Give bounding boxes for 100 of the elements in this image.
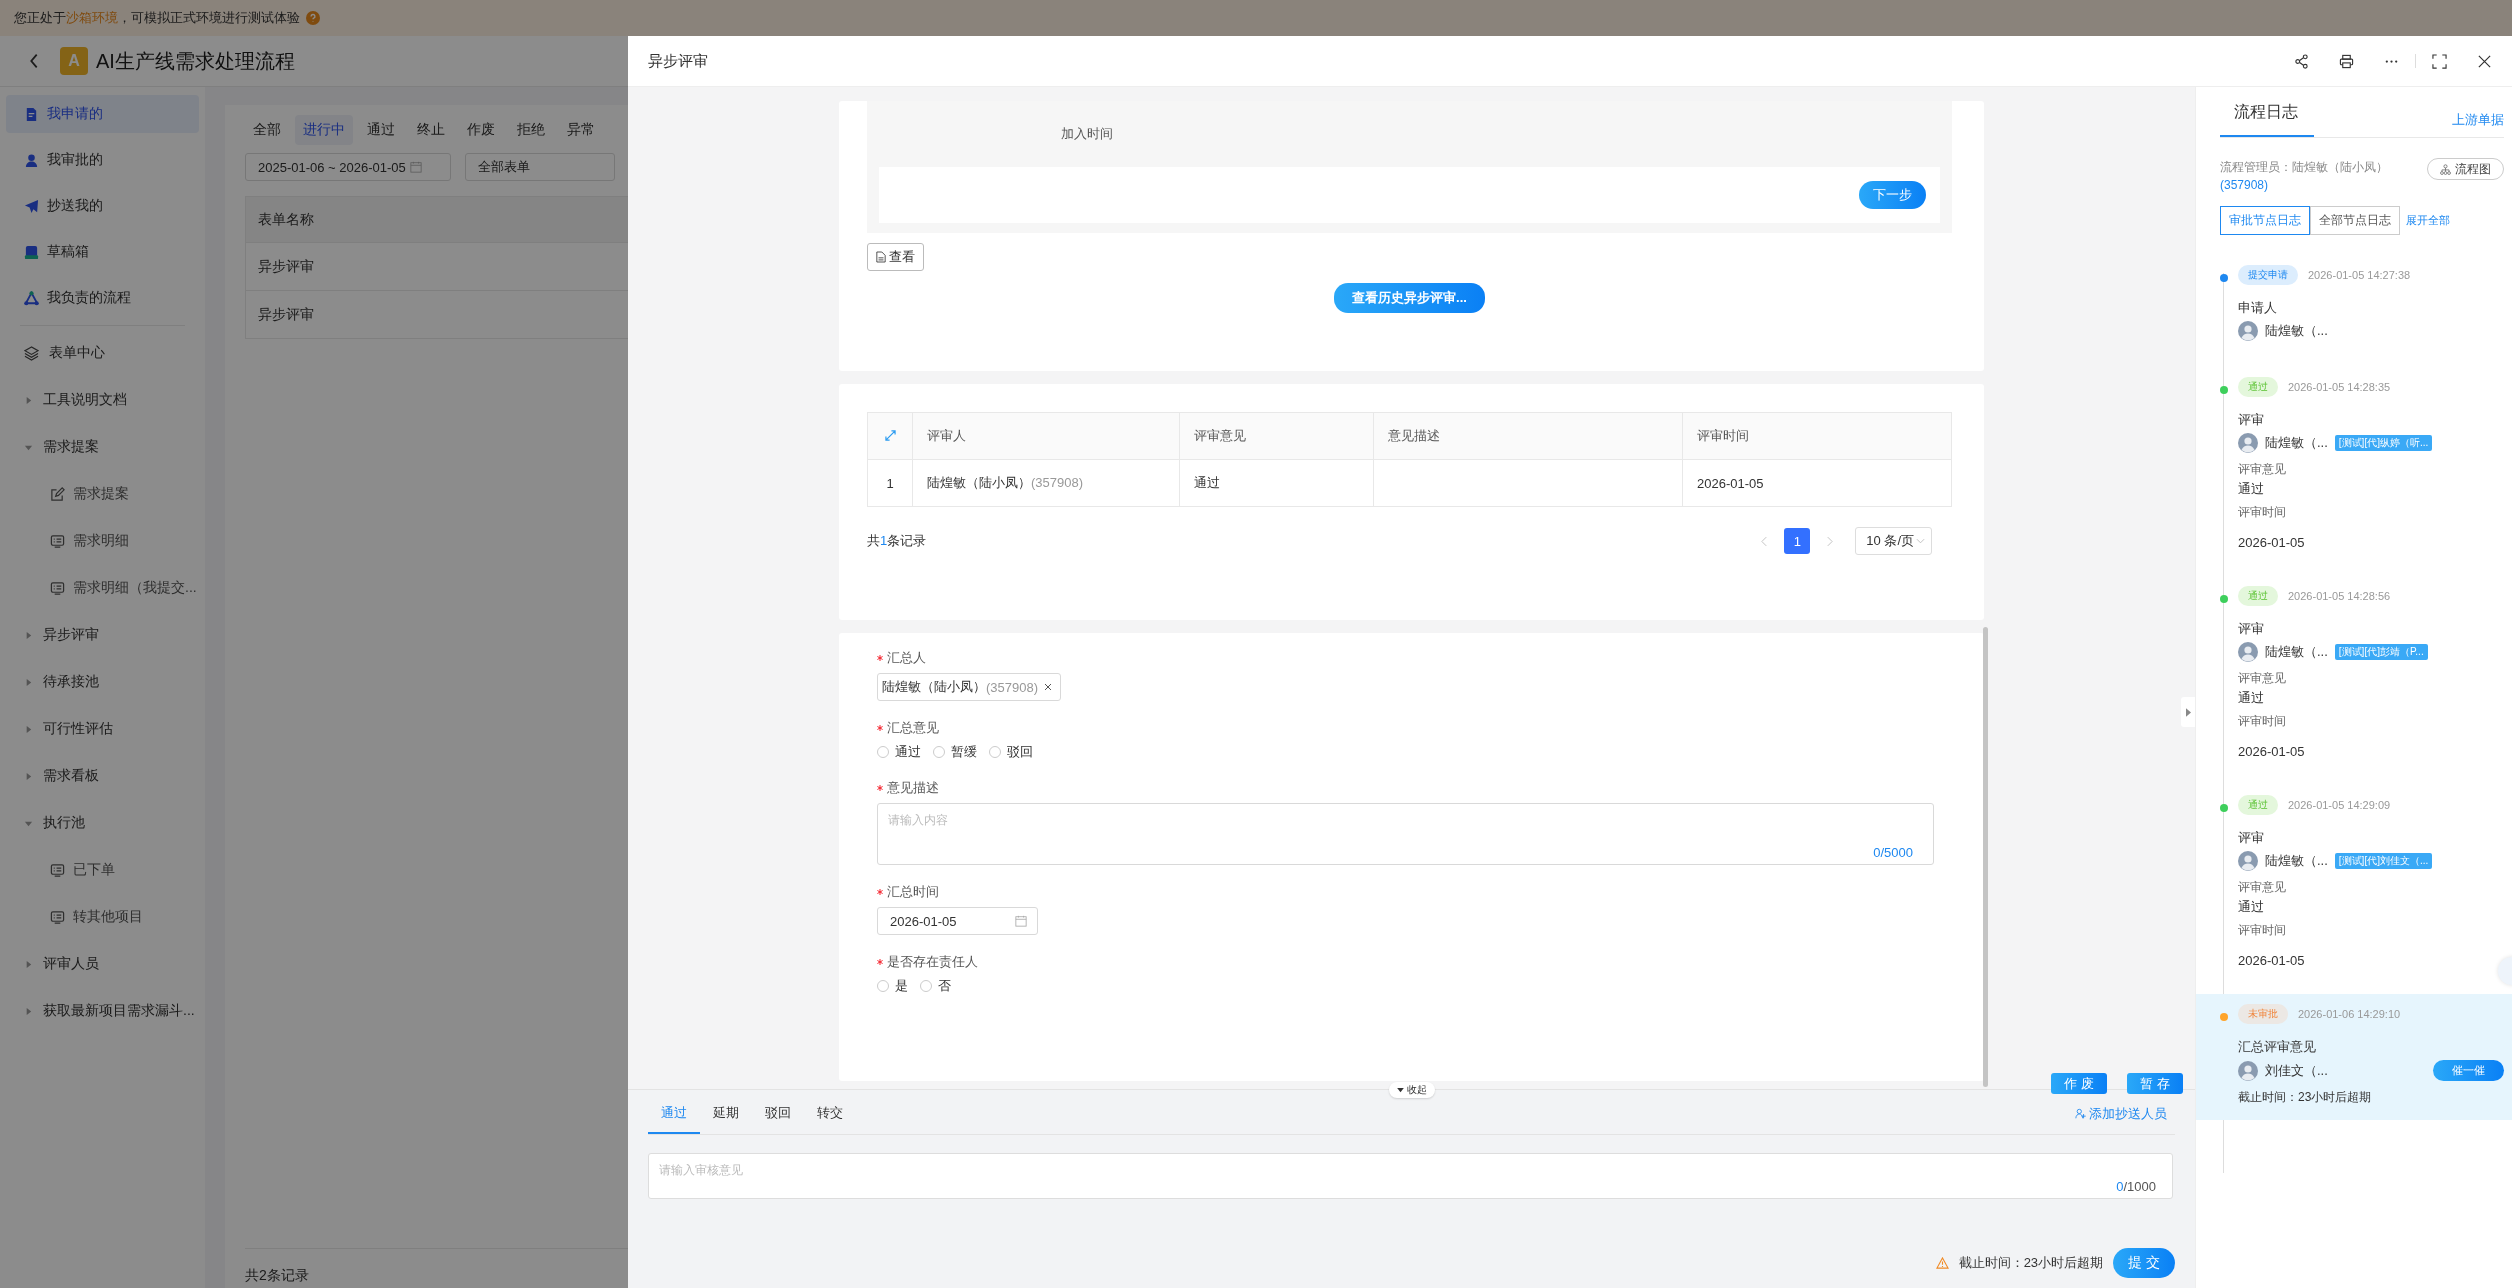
node-name: 申请人 xyxy=(2238,299,2278,317)
nav-item[interactable]: 草稿箱 xyxy=(6,233,199,271)
radio-option[interactable]: 驳回 xyxy=(989,743,1033,761)
table-cell: 异步评审 xyxy=(258,257,314,276)
flowchart-button[interactable]: 流程图 xyxy=(2427,158,2504,180)
log-time: 2026-01-05 14:28:56 xyxy=(2288,590,2391,602)
expand-icon[interactable] xyxy=(884,429,896,441)
upstream-link[interactable]: 上游单据 xyxy=(2452,111,2504,137)
history-review-button[interactable]: 查看历史异步评审... xyxy=(1334,283,1485,313)
radio-option[interactable]: 通过 xyxy=(877,743,921,761)
next-step-button[interactable]: 下一步 xyxy=(1859,181,1926,209)
help-icon[interactable] xyxy=(306,11,320,25)
log-filter-tab[interactable]: 审批节点日志 xyxy=(2220,206,2310,235)
panel-toggle[interactable] xyxy=(2181,697,2195,727)
scrollbar[interactable] xyxy=(1983,627,1988,1087)
log-time: 2026-01-05 14:29:09 xyxy=(2288,799,2391,811)
drawer-icon xyxy=(24,244,39,260)
log-field-label: 评审意见 xyxy=(2238,670,2287,687)
menu-item[interactable]: 需求提案 xyxy=(0,475,205,513)
collapse-button[interactable]: 收起 xyxy=(1388,1082,1435,1098)
fullscreen-icon[interactable] xyxy=(2432,53,2447,69)
comment-field[interactable]: 请输入审核意见 0/1000 xyxy=(648,1153,2173,1199)
field-label: 汇总人 xyxy=(887,649,926,667)
form-select[interactable]: 全部表单 xyxy=(465,153,615,181)
print-icon[interactable] xyxy=(2339,53,2354,69)
avatar-icon xyxy=(2238,433,2258,453)
menu-item[interactable]: 需求明细（我提交... xyxy=(0,569,205,607)
radio-option[interactable]: 暂缓 xyxy=(933,743,977,761)
description-field[interactable]: 请输入内容 0/5000 xyxy=(877,803,1934,865)
filter-tab[interactable]: 拒绝 xyxy=(509,115,553,145)
column-header: 评审时间 xyxy=(1697,428,1749,443)
modal-title: 异步评审 xyxy=(648,51,708,71)
edit-icon xyxy=(50,486,65,502)
action-button[interactable]: 作 废 xyxy=(2051,1073,2107,1094)
nav-item[interactable]: 抄送我的 xyxy=(6,187,199,225)
action-tab[interactable]: 驳回 xyxy=(752,1094,804,1134)
filter-tab[interactable]: 全部 xyxy=(245,115,289,145)
filter-tab[interactable]: 异常 xyxy=(559,115,603,145)
menu-item[interactable]: 待承接池 xyxy=(0,663,205,701)
menu-item[interactable]: 需求看板 xyxy=(0,757,205,795)
filter-tab[interactable]: 作废 xyxy=(459,115,503,145)
action-button[interactable]: 暂 存 xyxy=(2127,1073,2183,1094)
menu-item[interactable]: 可行性评估 xyxy=(0,710,205,748)
log-field-value: 2026-01-05 xyxy=(2238,535,2306,550)
nav-item[interactable]: 我审批的 xyxy=(6,141,199,179)
record-count: 共2条记录 xyxy=(245,1267,309,1283)
process-manager: 流程管理员：陆煌敏（陆小凤） (357908) xyxy=(2220,159,2389,194)
nav-item[interactable]: 我申请的 xyxy=(6,95,199,133)
action-tab[interactable]: 通过 xyxy=(648,1094,700,1134)
radio-option[interactable]: 否 xyxy=(920,977,951,995)
log-field-value: 通过 xyxy=(2238,480,2265,498)
filter-tab[interactable]: 终止 xyxy=(409,115,453,145)
log-tab[interactable]: 流程日志 xyxy=(2220,102,2314,137)
remove-icon[interactable] xyxy=(1044,683,1053,691)
column-header: 意见描述 xyxy=(1388,428,1440,443)
nodes-icon xyxy=(24,290,39,306)
page-number[interactable]: 1 xyxy=(1784,528,1811,554)
calendar-icon xyxy=(409,161,422,173)
action-tab[interactable]: 延期 xyxy=(700,1094,752,1134)
status-dot xyxy=(2220,274,2228,282)
delegate-tag: [测试][代]彭靖（P... xyxy=(2334,644,2428,660)
date-range-field[interactable]: 2025-01-06 ~ 2026-01-05 xyxy=(245,153,451,181)
menu-item[interactable]: 执行池 xyxy=(0,804,205,842)
status-badge: 通过 xyxy=(2238,795,2278,815)
person-icon xyxy=(24,152,39,168)
menu-item[interactable]: 获取最新项目需求漏斗... xyxy=(0,992,205,1030)
add-cc-link[interactable]: 添加抄送人员 xyxy=(2075,1105,2167,1123)
filter-tab[interactable]: 进行中 xyxy=(295,115,353,145)
person-tag[interactable]: 陆煌敏（陆小凤）(357908) xyxy=(877,673,1062,701)
status-dot xyxy=(2220,595,2228,603)
menu-item[interactable]: 异步评审 xyxy=(0,616,205,654)
menu-item[interactable]: 需求明细 xyxy=(0,522,205,560)
menu-item[interactable]: 评审人员 xyxy=(0,945,205,983)
menu-item[interactable]: 工具说明文档 xyxy=(0,381,205,419)
column-header: 加入时间 xyxy=(1061,125,1113,143)
share-icon[interactable] xyxy=(2294,53,2309,69)
person-name: 陆煌敏（... xyxy=(2265,643,2328,661)
log-field-label: 评审意见 xyxy=(2238,879,2287,896)
menu-item[interactable]: 转其他项目 xyxy=(0,898,205,936)
page-size-select[interactable]: 10 条/页 xyxy=(1855,527,1932,555)
field-label: 意见描述 xyxy=(887,779,939,797)
filter-tab[interactable]: 通过 xyxy=(359,115,403,145)
menu-item[interactable]: 需求提案 xyxy=(0,428,205,466)
back-icon[interactable] xyxy=(28,52,40,70)
expand-all-link[interactable]: 展开全部 xyxy=(2406,213,2450,228)
urge-button[interactable]: 催一催 xyxy=(2433,1060,2504,1081)
date-field[interactable]: 2026-01-05 xyxy=(877,907,1038,935)
log-filter-tab[interactable]: 全部节点日志 xyxy=(2310,206,2400,235)
radio-option[interactable]: 是 xyxy=(877,977,908,995)
row-number: 1 xyxy=(886,475,894,491)
menu-item[interactable]: 已下单 xyxy=(0,851,205,889)
status-badge: 提交申请 xyxy=(2238,265,2298,285)
action-tab[interactable]: 转交 xyxy=(804,1094,856,1134)
list-icon xyxy=(50,909,65,925)
close-icon[interactable] xyxy=(2477,53,2492,69)
view-button[interactable]: 查看 xyxy=(867,243,924,271)
table-cell: 异步评审 xyxy=(258,305,314,324)
nav-item[interactable]: 我负责的流程 xyxy=(6,279,199,317)
submit-button[interactable]: 提 交 xyxy=(2113,1248,2175,1278)
menu-item[interactable]: 表单中心 xyxy=(0,334,205,372)
